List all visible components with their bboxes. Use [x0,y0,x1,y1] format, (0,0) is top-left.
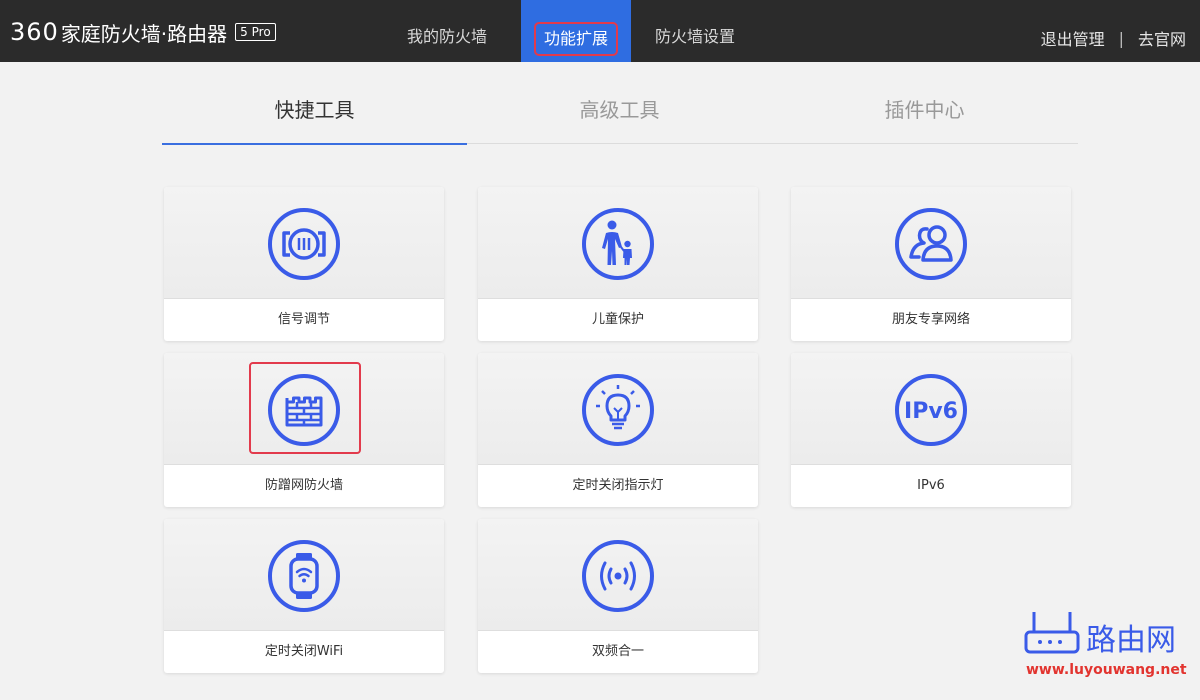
tool-label: 双频合一 [591,644,644,659]
logout-link[interactable]: 退出管理 [1041,26,1105,50]
watermark-text: 路由网 [1086,623,1176,658]
light-bulb-icon [582,374,654,446]
nav-label: 功能扩展 [533,22,618,56]
firewall-wall-icon [268,374,340,446]
tool-card-firewall[interactable]: 防蹭网防火墙 [164,353,444,507]
ipv6-icon-text: IPv6 [904,399,958,424]
tool-card-dual-band[interactable]: 双频合一 [478,519,758,673]
tool-card-child-protection[interactable]: 儿童保护 [478,187,758,341]
logo-text: 家庭防火墙·路由器 [60,21,228,46]
tool-tabs: 快捷工具 高级工具 插件中心 [162,62,1078,145]
wifi-watch-icon [268,540,340,612]
tool-label: 儿童保护 [591,312,644,327]
tool-label: IPv6 [917,478,945,493]
friends-network-icon [895,208,967,280]
card-icon-area: IPv6 [791,353,1071,465]
brand-logo[interactable]: 360 家庭防火墙·路由器 5 Pro [10,18,276,46]
tool-label: 朋友专享网络 [891,312,970,327]
tool-card-ipv6[interactable]: IPv6 IPv6 [791,353,1071,507]
nav-extensions[interactable]: 功能扩展 [521,0,631,62]
tool-card-wifi-schedule[interactable]: 定时关闭WiFi [164,519,444,673]
tab-advanced-tools[interactable]: 高级工具 [467,62,772,144]
logo-badge: 5 Pro [235,23,276,41]
tool-card-friends-network[interactable]: 朋友专享网络 [791,187,1071,341]
watermark: 路由网 www.luyouwang.net [1020,606,1190,686]
tool-label: 信号调节 [277,312,330,327]
nav-label: 我的防火墙 [407,27,488,46]
tool-label: 定时关闭指示灯 [572,478,664,493]
watermark-url: www.luyouwang.net [1026,662,1187,678]
nav-firewall-settings[interactable]: 防火墙设置 [655,0,735,62]
top-bar: 360 家庭防火墙·路由器 5 Pro 我的防火墙 功能扩展 防火墙设置 退出管… [0,0,1200,62]
tool-label: 防蹭网防火墙 [264,478,343,493]
card-icon-area [478,519,758,631]
child-protection-icon [582,208,654,280]
card-icon-area [478,187,758,299]
card-icon-area [478,353,758,465]
ipv6-icon: IPv6 [895,374,967,446]
dual-band-icon [582,540,654,612]
card-icon-area [791,187,1071,299]
card-icon-area [164,519,444,631]
tool-card-indicator-light[interactable]: 定时关闭指示灯 [478,353,758,507]
link-separator: | [1118,28,1124,48]
tool-card-signal-adjust[interactable]: 信号调节 [164,187,444,341]
card-icon-area [164,353,444,465]
header-links: 退出管理 | 去官网 [1041,26,1186,50]
logo-number: 360 [10,18,59,46]
router-logo-icon: 路由网 [1024,612,1176,658]
tool-label: 定时关闭WiFi [264,644,344,659]
nav-label: 防火墙设置 [655,27,736,46]
nav-my-firewall[interactable]: 我的防火墙 [407,0,487,62]
card-icon-area [164,187,444,299]
tab-quick-tools[interactable]: 快捷工具 [162,62,467,145]
signal-adjust-icon [268,208,340,280]
official-site-link[interactable]: 去官网 [1138,26,1186,50]
tab-plugin-center[interactable]: 插件中心 [772,62,1077,144]
